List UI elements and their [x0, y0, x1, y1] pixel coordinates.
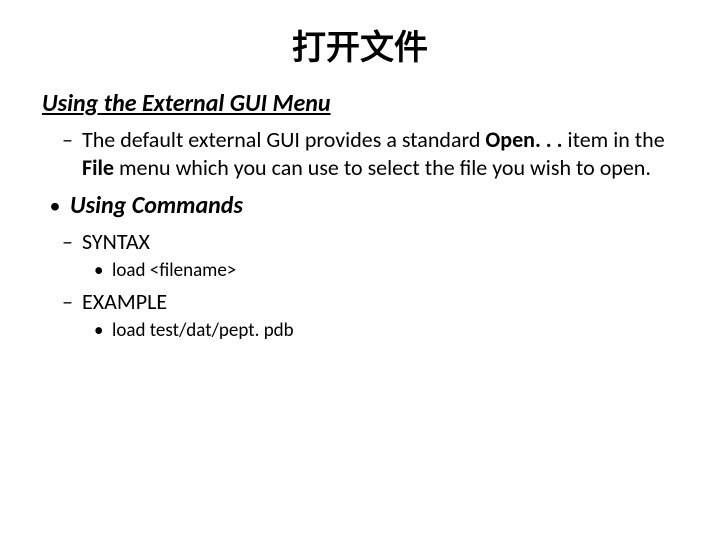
bullet-dot-icon: • — [40, 192, 70, 219]
desc-text-post: menu which you can use to select the fil… — [114, 154, 651, 181]
desc-file-bold: File — [82, 154, 114, 181]
desc-open-bold: Open. . . — [485, 126, 567, 153]
syntax-row: –SYNTAX — [82, 228, 680, 255]
example-label: EXAMPLE — [82, 288, 167, 315]
slide-title: 打开文件 — [40, 20, 680, 69]
desc-text-pre: The default external GUI provides a stan… — [82, 126, 485, 153]
desc-text-mid: item in the — [568, 126, 665, 153]
example-command-row: •load test/dat/pept. pdb — [112, 319, 680, 342]
syntax-command-row: •load <filename> — [112, 259, 680, 282]
example-row: –EXAMPLE — [82, 288, 680, 315]
example-command: load test/dat/pept. pdb — [112, 319, 294, 342]
section-using-commands: • Using Commands — [40, 191, 680, 220]
syntax-label: SYNTAX — [82, 228, 150, 255]
section-heading-commands: Using Commands — [70, 191, 243, 220]
section-heading-gui-menu: Using the External GUI Menu — [42, 89, 680, 118]
gui-menu-description: –The default external GUI provides a sta… — [82, 126, 680, 181]
syntax-command: load <filename> — [112, 259, 236, 282]
